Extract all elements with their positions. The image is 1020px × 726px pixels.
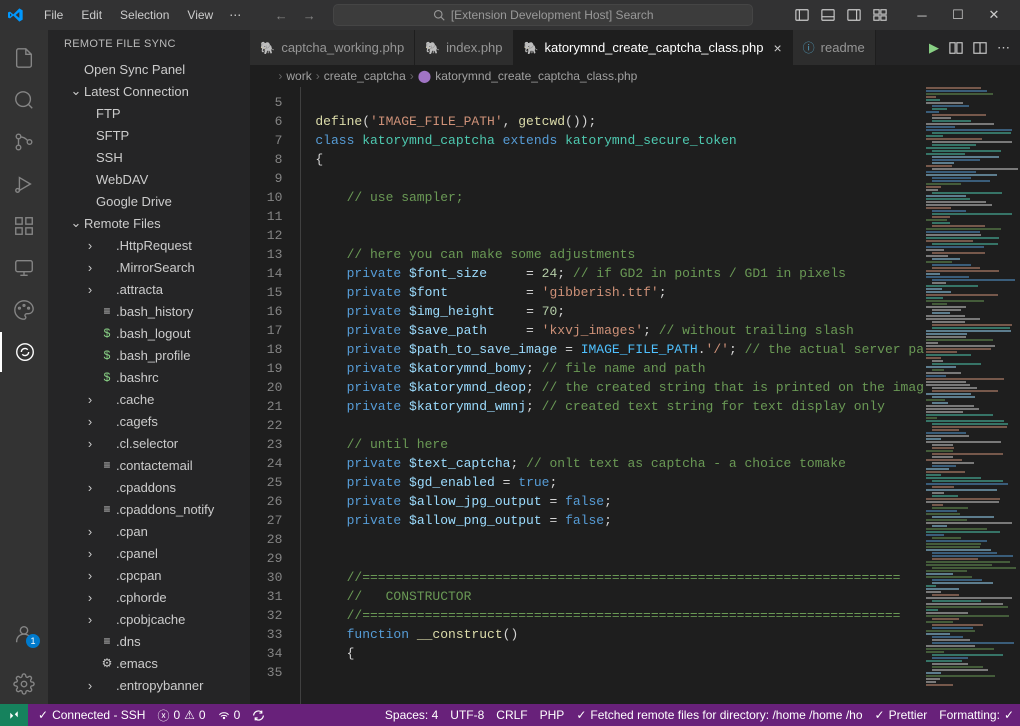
run-debug-icon[interactable] [0, 164, 48, 204]
toggle-panel-left-icon[interactable] [792, 5, 812, 25]
settings-gear-icon[interactable] [0, 664, 48, 704]
close-button[interactable]: ✕ [976, 0, 1012, 30]
code-area[interactable]: define('IMAGE_FILE_PATH', getcwd());clas… [300, 87, 924, 704]
file-item[interactable]: ›.cl.selector [48, 432, 250, 454]
vscode-logo [8, 7, 24, 23]
split-icon[interactable] [973, 41, 987, 55]
file-item[interactable]: ›.attracta [48, 278, 250, 300]
file-item[interactable]: ›.cpanel [48, 542, 250, 564]
status-spaces[interactable]: Spaces: 4 [379, 708, 444, 722]
toggle-panel-bottom-icon[interactable] [818, 5, 838, 25]
menu-view[interactable]: View [179, 4, 221, 26]
conn-ssh[interactable]: SSH [48, 146, 250, 168]
palette-icon[interactable] [0, 290, 48, 330]
toggle-panel-right-icon[interactable] [844, 5, 864, 25]
status-problems[interactable]: ⓧ 0 ⚠ 0 [151, 704, 211, 726]
menu-edit[interactable]: Edit [73, 4, 110, 26]
customize-layout-icon[interactable] [870, 5, 890, 25]
file-item[interactable]: $.bashrc [48, 366, 250, 388]
menu-more[interactable]: ⋯ [223, 4, 247, 26]
file-item[interactable]: ›.cache [48, 388, 250, 410]
more-actions-icon[interactable]: ⋯ [997, 40, 1010, 56]
file-item[interactable]: ›.cpaddons [48, 476, 250, 498]
tab[interactable]: 🐘captcha_working.php [250, 30, 415, 65]
file-item[interactable]: ›.cagefs [48, 410, 250, 432]
search-text: [Extension Development Host] Search [451, 8, 654, 22]
search-activity-icon[interactable] [0, 80, 48, 120]
close-icon[interactable]: × [773, 40, 781, 56]
file-item[interactable]: ›.entropybanner [48, 674, 250, 696]
file-item[interactable]: ›.cpobjcache [48, 608, 250, 630]
explorer-icon[interactable] [0, 38, 48, 78]
nav-controls: ← → [271, 5, 319, 25]
accounts-badge: 1 [26, 634, 40, 648]
open-sync-panel[interactable]: Open Sync Panel [48, 58, 250, 80]
menu-selection[interactable]: Selection [112, 4, 177, 26]
status-eol[interactable]: CRLF [490, 708, 533, 722]
status-prettier[interactable]: ✓ Prettier [869, 708, 934, 722]
sidebar-tree: Open Sync Panel ⌄Latest Connection FTP S… [48, 58, 250, 704]
remote-explorer-icon[interactable] [0, 248, 48, 288]
editor-body[interactable]: 5678910111213141516171819202122232425262… [250, 87, 1020, 704]
tab-bar: 🐘captcha_working.php🐘index.php🐘katorymnd… [250, 30, 1020, 65]
accounts-icon[interactable]: 1 [0, 614, 48, 654]
minimize-button[interactable]: ─ [904, 0, 940, 30]
remote-files[interactable]: ⌄Remote Files [48, 212, 250, 234]
file-item[interactable]: ≡.cpaddons_notify [48, 498, 250, 520]
tab[interactable]: 🐘index.php [415, 30, 513, 65]
file-item[interactable]: ≡.dns [48, 630, 250, 652]
nav-back[interactable]: ← [271, 5, 291, 25]
status-sync[interactable] [246, 704, 271, 726]
menu-bar: File Edit Selection View ⋯ [36, 4, 247, 26]
conn-ftp[interactable]: FTP [48, 102, 250, 124]
status-connected[interactable]: ✓ Connected - SSH [32, 704, 151, 726]
line-gutter: 5678910111213141516171819202122232425262… [250, 87, 300, 704]
file-item[interactable]: $.bash_logout [48, 322, 250, 344]
extensions-icon[interactable] [0, 206, 48, 246]
status-fetched[interactable]: ✓ Fetched remote files for directory: /h… [570, 708, 868, 722]
conn-sftp[interactable]: SFTP [48, 124, 250, 146]
latest-connection[interactable]: ⌄Latest Connection [48, 80, 250, 102]
file-item[interactable]: ›.cpan [48, 520, 250, 542]
status-formatting[interactable]: Formatting: ✓ [933, 708, 1020, 722]
tab-actions: ▶ ⋯ [919, 30, 1020, 65]
source-control-icon[interactable] [0, 122, 48, 162]
layout-controls [792, 5, 890, 25]
command-center[interactable]: [Extension Development Host] Search [333, 4, 753, 26]
nav-forward[interactable]: → [299, 5, 319, 25]
run-icon[interactable]: ▶ [929, 40, 939, 56]
minimap[interactable] [924, 87, 1020, 704]
file-item[interactable]: ›.cpcpan [48, 564, 250, 586]
sidebar-title: REMOTE FILE SYNC [48, 30, 250, 58]
activity-bar: 1 [0, 30, 48, 704]
window-controls: ─ ☐ ✕ [904, 0, 1012, 30]
file-item[interactable]: ›.MirrorSearch [48, 256, 250, 278]
file-item[interactable]: ›.cphorde [48, 586, 250, 608]
diff-icon[interactable] [949, 41, 963, 55]
conn-webdav[interactable]: WebDAV [48, 168, 250, 190]
status-ports[interactable]: 0 [212, 704, 247, 726]
file-item[interactable]: ›.HttpRequest [48, 234, 250, 256]
remote-indicator[interactable] [0, 704, 28, 726]
file-item[interactable]: ≡.bash_history [48, 300, 250, 322]
file-item[interactable]: ≡.contactemail [48, 454, 250, 476]
tab[interactable]: 🐘katorymnd_create_captcha_class.php× [514, 30, 793, 65]
conn-gdrive[interactable]: Google Drive [48, 190, 250, 212]
status-bar: ✓ Connected - SSH ⓧ 0 ⚠ 0 0 Spaces: 4 UT… [0, 704, 1020, 726]
file-item[interactable]: ⚙.emacs [48, 652, 250, 674]
file-item[interactable]: $.bash_profile [48, 344, 250, 366]
editor-group: 🐘captcha_working.php🐘index.php🐘katorymnd… [250, 30, 1020, 704]
remote-sync-icon[interactable] [0, 332, 48, 372]
tab[interactable]: ⓘreadme [793, 30, 876, 65]
menu-file[interactable]: File [36, 4, 71, 26]
titlebar: File Edit Selection View ⋯ ← → [Extensio… [0, 0, 1020, 30]
status-lang[interactable]: PHP [534, 708, 571, 722]
breadcrumbs[interactable]: ›work ›create_captcha ›⬤katorymnd_create… [250, 65, 1020, 87]
sidebar: REMOTE FILE SYNC Open Sync Panel ⌄Latest… [48, 30, 250, 704]
status-encoding[interactable]: UTF-8 [444, 708, 490, 722]
search-icon [433, 9, 445, 21]
maximize-button[interactable]: ☐ [940, 0, 976, 30]
